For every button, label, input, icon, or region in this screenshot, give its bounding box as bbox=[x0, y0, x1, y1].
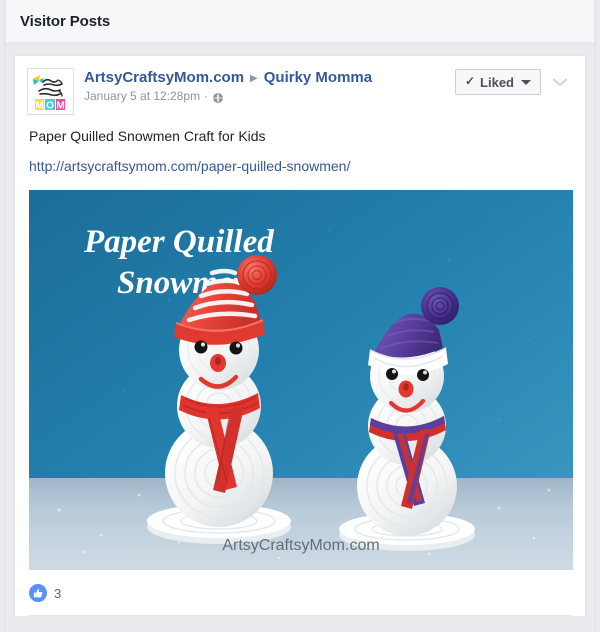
chevron-down-icon bbox=[521, 79, 531, 85]
page-gutter-right bbox=[595, 0, 600, 632]
avatar[interactable]: M O M bbox=[27, 68, 74, 115]
footer-divider bbox=[29, 615, 571, 616]
check-icon: ✓ bbox=[464, 74, 476, 88]
liked-button-label: Liked bbox=[480, 74, 514, 90]
page-gutter-left bbox=[0, 0, 5, 632]
chevron-down-icon bbox=[553, 78, 567, 86]
post-body: Paper Quilled Snowmen Craft for Kids htt… bbox=[15, 115, 585, 176]
post-author-link[interactable]: ArtsyCraftsyMom.com bbox=[84, 69, 244, 86]
post-target-link[interactable]: Quirky Momma bbox=[264, 69, 372, 86]
svg-text:M: M bbox=[35, 101, 43, 112]
post-header-actions: ✓ Liked bbox=[454, 68, 573, 95]
globe-icon bbox=[212, 91, 224, 104]
photo-watermark: ArtsyCraftsyMom.com bbox=[222, 537, 379, 554]
post-header: M O M ArtsyCraftsyMom.com ▶ Quirky Momma… bbox=[15, 56, 585, 115]
post-footer: 3 bbox=[15, 570, 585, 616]
photo-title-line1: Paper Quilled bbox=[83, 224, 274, 260]
visitor-posts-header: Visitor Posts bbox=[6, 0, 594, 43]
post-card: M O M ArtsyCraftsyMom.com ▶ Quirky Momma… bbox=[14, 55, 586, 616]
byline-arrow-icon: ▶ bbox=[250, 72, 258, 84]
post-message: Paper Quilled Snowmen Craft for Kids bbox=[29, 128, 266, 144]
liked-button[interactable]: ✓ Liked bbox=[454, 69, 541, 95]
artsycraftsymom-logo-icon: M O M bbox=[28, 69, 73, 114]
thumbs-up-icon bbox=[29, 584, 47, 602]
post-photo[interactable]: Paper Quilled Snowmen ArtsyCraftsyMom.co… bbox=[29, 190, 573, 570]
post-link[interactable]: http://artsycraftsymom.com/paper-quilled… bbox=[29, 157, 350, 176]
meta-separator: · bbox=[204, 89, 209, 103]
post-meta: January 5 at 12:28pm · bbox=[84, 89, 455, 104]
post-timestamp[interactable]: January 5 at 12:28pm bbox=[84, 89, 200, 104]
post-options-button[interactable] bbox=[547, 69, 573, 95]
header-spacer bbox=[6, 43, 594, 55]
like-count: 3 bbox=[54, 585, 62, 601]
like-summary[interactable]: 3 bbox=[29, 582, 571, 604]
post-byline: ArtsyCraftsyMom.com ▶ Quirky Momma bbox=[84, 69, 455, 86]
svg-text:O: O bbox=[46, 101, 54, 112]
svg-text:M: M bbox=[56, 101, 64, 112]
paper-quilled-snowmen-photo: Paper Quilled Snowmen ArtsyCraftsyMom.co… bbox=[29, 190, 573, 570]
post-header-text: ArtsyCraftsyMom.com ▶ Quirky Momma Janua… bbox=[84, 68, 455, 104]
page-title: Visitor Posts bbox=[20, 12, 111, 30]
